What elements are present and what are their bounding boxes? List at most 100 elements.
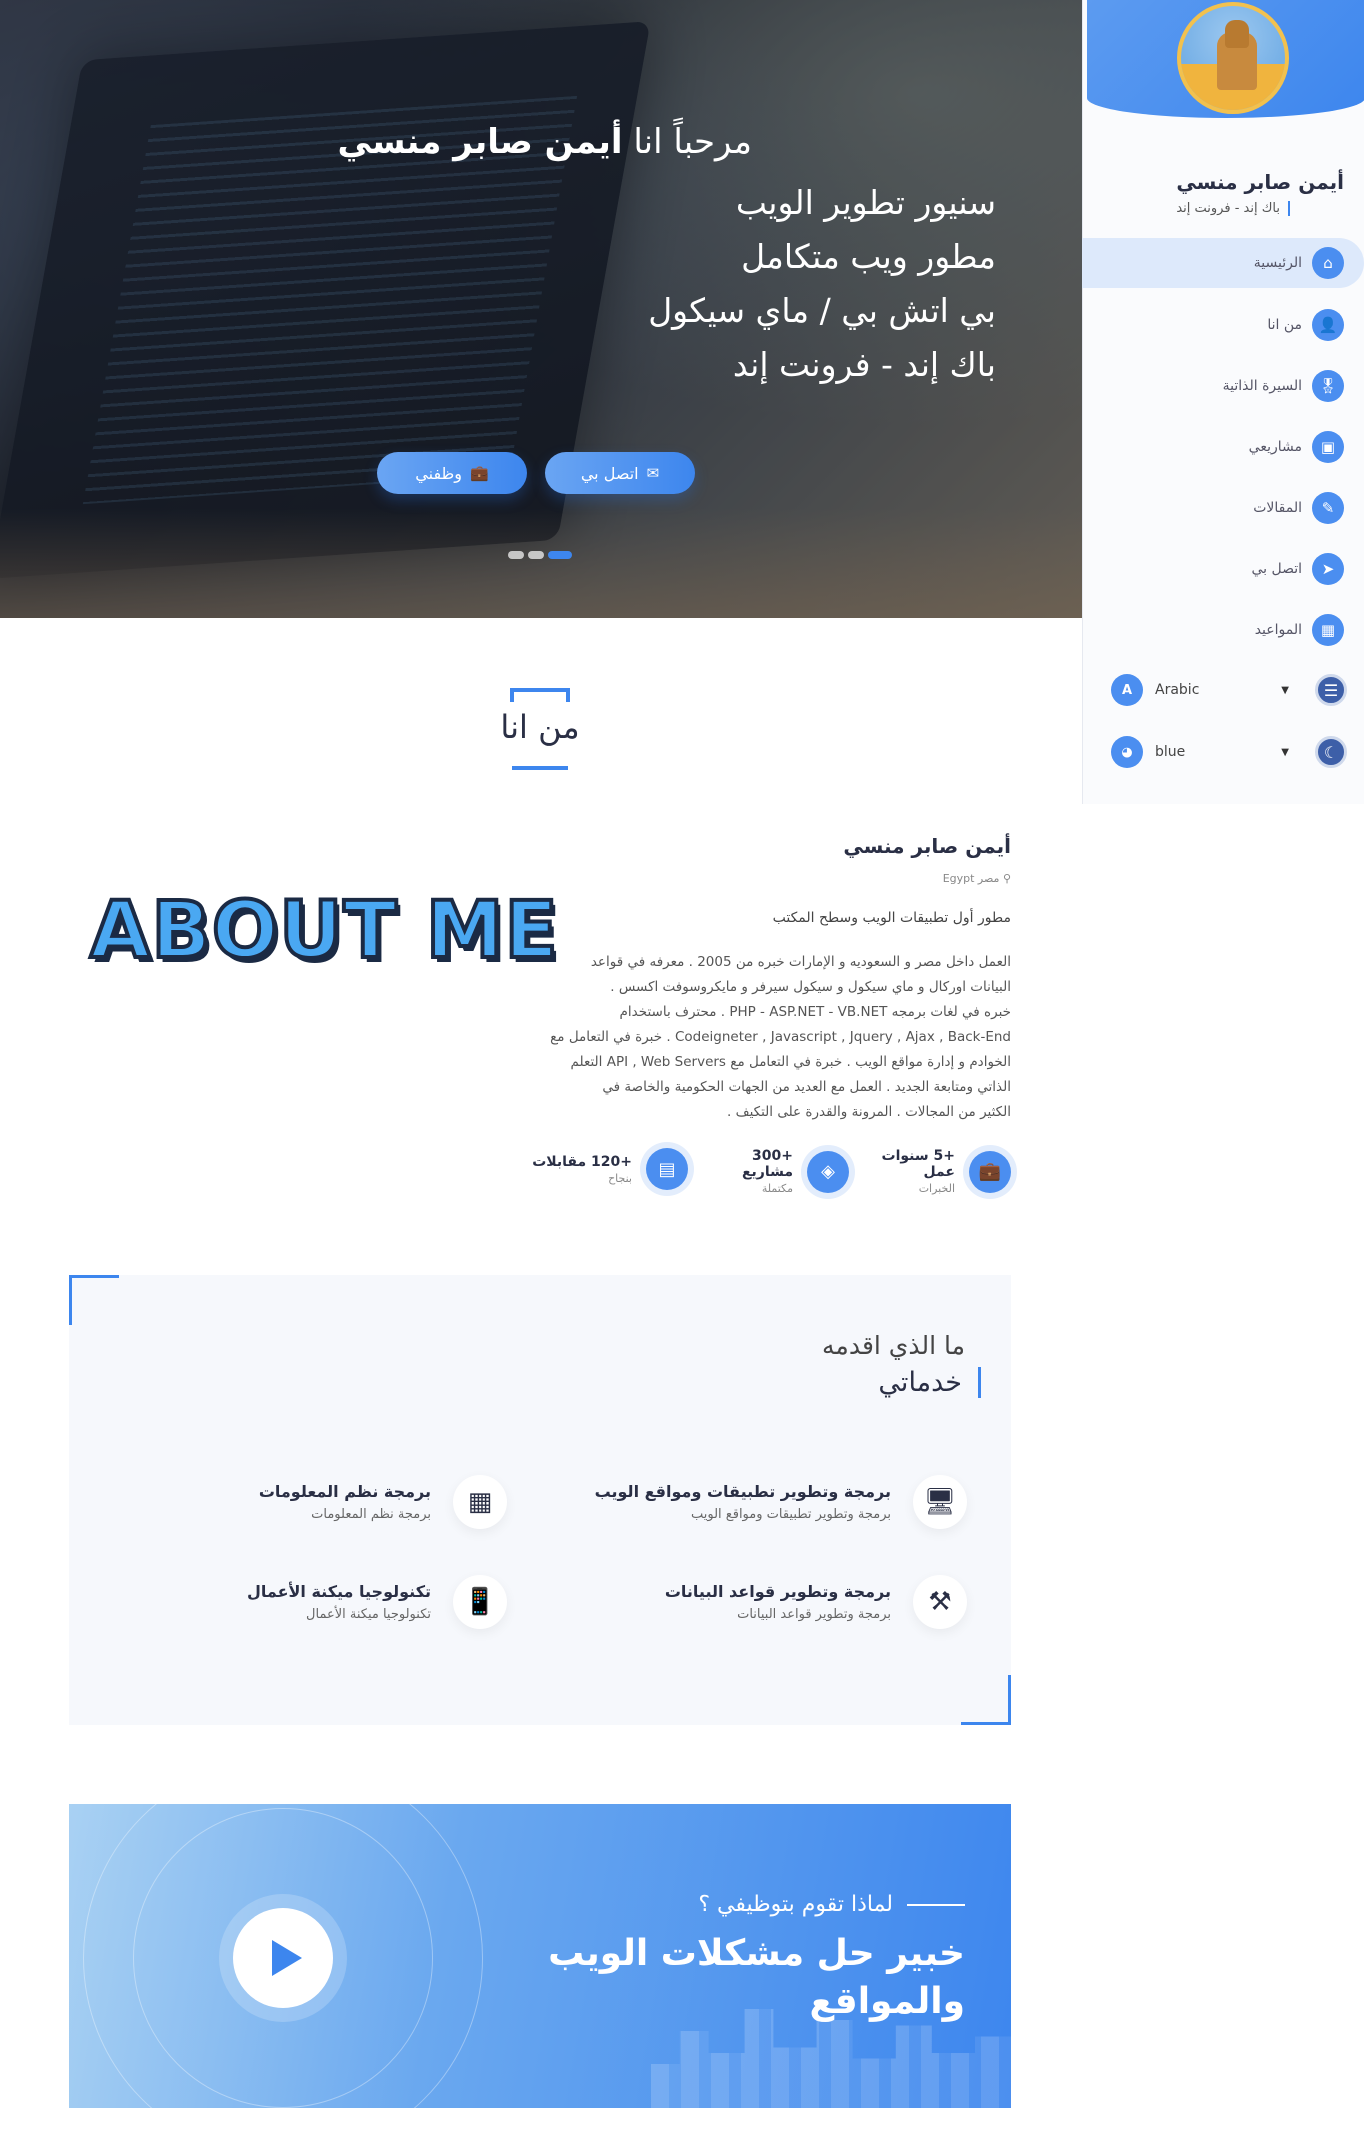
sidebar-item-label: المقالات (1253, 500, 1302, 516)
service-desc: برمجة نظم المعلومات (311, 1507, 431, 1522)
stat-number: +120 مقابلات (532, 1153, 632, 1170)
location-pin-icon: ⚲ (1002, 872, 1011, 885)
service-item[interactable]: 📱 تكنولوجيا ميكنة الأعمال تكنولوجيا ميكن… (87, 1567, 507, 1637)
sidebar-item-home[interactable]: الرئيسية ⌂ (1082, 238, 1364, 288)
menu-lines-icon[interactable]: ☰ (1315, 674, 1347, 706)
about-role: مطور أول تطبيقات الويب وسطح المكتب (772, 910, 1011, 926)
chevron-down-icon: ▼ (1281, 746, 1289, 758)
language-select[interactable]: A Arabic ▼ ☰ (1111, 670, 1347, 710)
stat-label: عمل (923, 1164, 955, 1180)
about-bio: العمل داخل مصر و السعوديه و الإمارات خبر… (541, 950, 1011, 1125)
calendar-icon: ▦ (1312, 614, 1344, 646)
stat-sub: الخبرات (918, 1182, 955, 1195)
about-name: أيمن صابر منسي (843, 834, 1011, 858)
service-desc: برمجة وتطوير تطبيقات ومواقع الويب (691, 1507, 891, 1522)
web-dev-icon: 🖥 (913, 1475, 967, 1529)
about-title: من انا (500, 708, 580, 746)
articles-icon: ✎ (1312, 492, 1344, 524)
service-item[interactable]: ▦ برمجة نظم المعلومات برمجة نظم المعلوما… (87, 1467, 507, 1537)
service-name: برمجة نظم المعلومات (258, 1482, 431, 1501)
hero-line: باك إند - فرونت إند (732, 345, 996, 384)
about-section-heading: من انا (480, 688, 600, 772)
stat-sub: بنجاح (608, 1171, 632, 1185)
stat-label: مشاريع (741, 1164, 793, 1180)
bio-line: البيانات اوركال و ماي سيكول و سيكول سيرف… (610, 979, 1011, 995)
envelope-icon: ✉ (646, 464, 660, 482)
sidebar-item-contact[interactable]: اتصل بي ➤ (1092, 544, 1344, 594)
sidebar-item-about[interactable]: من انا 👤 (1092, 300, 1344, 350)
translate-icon: A (1111, 674, 1143, 706)
about-me-art: ABOUT ME (88, 884, 560, 978)
briefcase-icon: 💼 (470, 464, 489, 482)
mobile-hand-icon: 📱 (453, 1575, 507, 1629)
layers-icon: ◈ (807, 1150, 849, 1193)
services-section: ما الذي اقدمه خدماتي 🖥 برمجة وتطوير تطبي… (69, 1275, 1011, 1725)
heading-underline (512, 766, 568, 770)
hire-me-banner: لماذا تقوم بتوظيفي ؟ خبير حل مشكلات الوي… (69, 1804, 1011, 2108)
hero-greeting-prefix: مرحباً انا (633, 122, 752, 162)
document-icon: ▤ (646, 1148, 688, 1190)
bio-line: خبره في لغات برمجه PHP - ASP.NET - VB.NE… (619, 1004, 1011, 1020)
sidebar-item-articles[interactable]: المقالات ✎ (1092, 483, 1344, 533)
theme-select[interactable]: ◕ blue ▼ ☾ (1111, 732, 1347, 772)
slider-dot[interactable] (528, 551, 544, 559)
stat-experience: 💼 +5 سنوات عمل الخبرات (881, 1148, 1011, 1195)
hero-typed-lines: سنيور تطوير الويب مطور ويب متكامل بي اتش… (648, 176, 996, 392)
stat-number: +5 سنوات (881, 1148, 956, 1164)
theme-value: blue (1155, 744, 1186, 760)
service-name: برمجة وتطوير قواعد البيانات (664, 1582, 891, 1601)
hire-me-button[interactable]: 💼 وظفني (377, 452, 527, 494)
hero-line: مطور ويب متكامل (741, 237, 996, 276)
bio-line: Codeigneter , Javascript , Jquery , Ajax… (550, 1029, 1011, 1045)
avatar (1177, 2, 1289, 114)
sidebar-item-resume[interactable]: السيرة الذاتية 🎖 (1092, 361, 1344, 411)
avatar-sphinx-head (1225, 20, 1249, 48)
service-desc: تكنولوجيا ميكنة الأعمال (306, 1607, 431, 1622)
bio-line: الخوادم و إدارة مواقع الويب . خبرة في ال… (570, 1054, 1012, 1070)
service-item[interactable]: ⚒ برمجة وتطوير قواعد البيانات برمجة وتطو… (547, 1567, 967, 1637)
moon-icon[interactable]: ☾ (1315, 736, 1347, 768)
sidebar-item-label: من انا (1267, 317, 1302, 333)
hero-line: بي اتش بي / ماي سيكول (648, 291, 996, 330)
stat-sub: مكتملة (761, 1182, 793, 1195)
bio-line: الكثير من المجالات . المرونة والقدرة على… (727, 1104, 1011, 1120)
slider-dot[interactable] (508, 551, 524, 559)
hire-me-label: وظفني (415, 463, 463, 483)
projects-icon: ▣ (1312, 431, 1344, 463)
hero-greeting: مرحباً انا أيمن صابر منسي (338, 122, 752, 162)
about-location: ⚲ مصر Egypt (943, 872, 1011, 885)
user-icon: 👤 (1312, 309, 1344, 341)
service-name: تكنولوجيا ميكنة الأعمال (246, 1582, 431, 1601)
services-eyebrow: ما الذي اقدمه (822, 1331, 965, 1360)
bio-line: الذاتي ومتابعة الجديد . العمل مع العديد … (602, 1079, 1011, 1095)
sidebar-item-projects[interactable]: مشاريعي ▣ (1092, 422, 1344, 472)
language-value: Arabic (1155, 682, 1200, 698)
sidebar-header (1087, 0, 1364, 118)
corner-decoration (961, 1675, 1011, 1725)
play-icon (272, 1940, 302, 1976)
cta-eyebrow-text: لماذا تقوم بتوظيفي ؟ (698, 1892, 893, 1917)
chip-icon: ▦ (453, 1475, 507, 1529)
hero-slider: مرحباً انا أيمن صابر منسي سنيور تطوير ال… (0, 0, 1082, 618)
sidebar-name: أيمن صابر منسي (1176, 170, 1344, 194)
service-item[interactable]: 🖥 برمجة وتطوير تطبيقات ومواقع الويب برمج… (547, 1467, 967, 1537)
heading-bracket-top (510, 688, 570, 702)
sidebar-item-label: السيرة الذاتية (1222, 378, 1302, 394)
location-label: مصر Egypt (942, 872, 1000, 885)
palette-icon: ◕ (1111, 736, 1143, 768)
contact-me-button[interactable]: ✉ اتصل بي (545, 452, 695, 494)
play-video-button[interactable] (233, 1908, 333, 2008)
slider-dot-active[interactable] (548, 551, 572, 559)
contact-me-label: اتصل بي (580, 463, 639, 483)
briefcase-icon: 💼 (969, 1150, 1011, 1193)
sidebar-item-label: اتصل بي (1251, 561, 1302, 577)
sidebar: أيمن صابر منسي باك إند - فرونت إند الرئي… (1082, 0, 1364, 804)
chevron-down-icon: ▼ (1281, 684, 1289, 696)
sidebar-item-label: الرئيسية (1253, 255, 1302, 271)
bio-line: العمل داخل مصر و السعوديه و الإمارات خبر… (590, 954, 1011, 970)
sidebar-item-appointments[interactable]: المواعيد ▦ (1092, 605, 1344, 655)
stat-interviews: ▤ +120 مقابلات بنجاح (532, 1148, 688, 1190)
stat-number: +300 (752, 1148, 793, 1164)
stat-projects: ◈ +300 مشاريع مكتملة (742, 1148, 849, 1195)
hero-greeting-name: أيمن صابر منسي (337, 122, 623, 162)
